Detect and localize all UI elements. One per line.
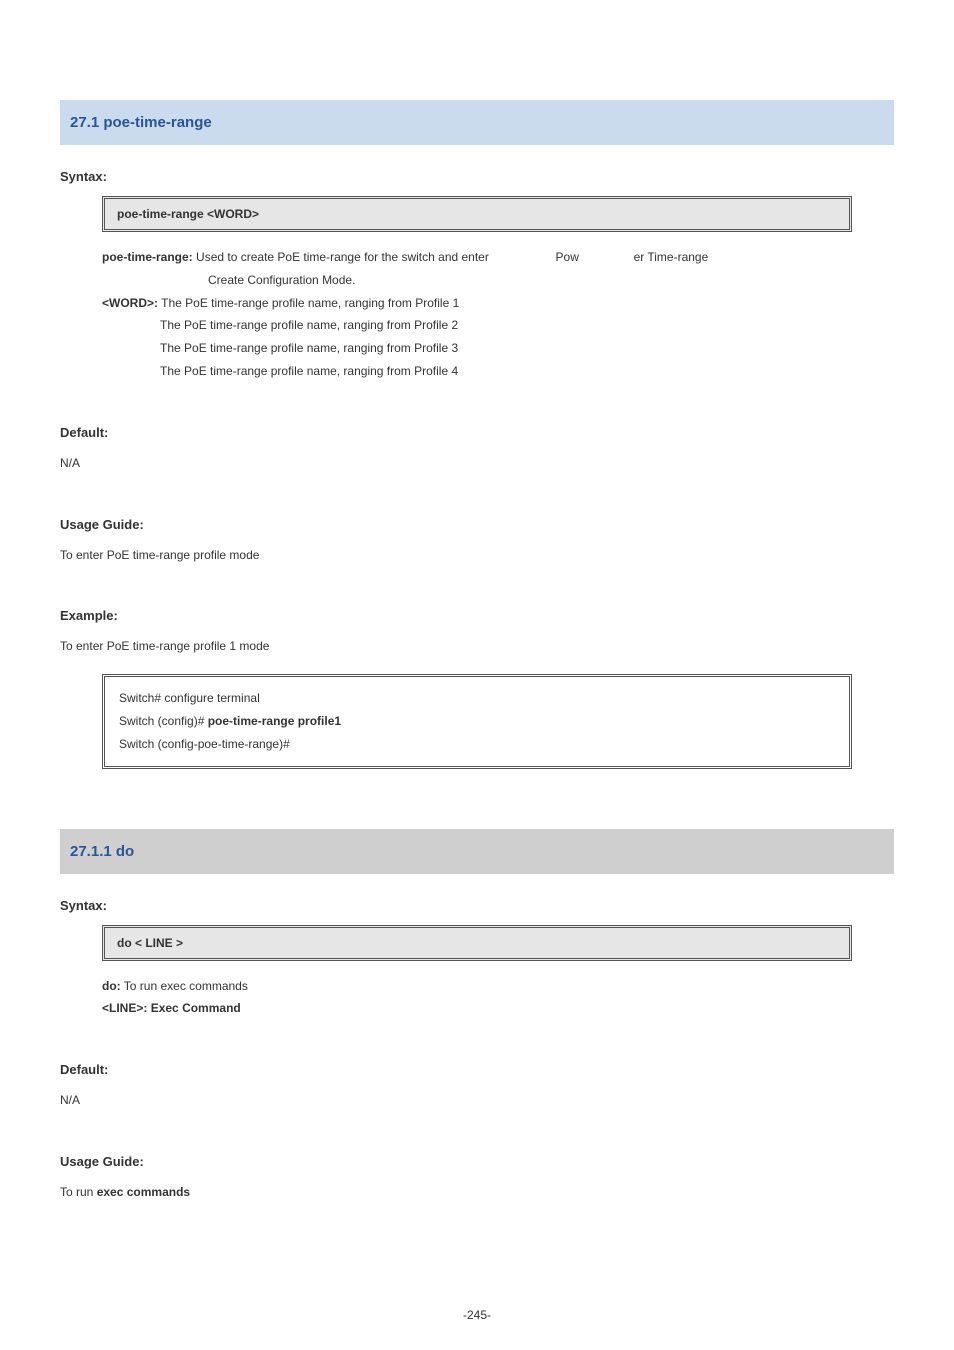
default-heading: Default:	[60, 425, 894, 440]
param-line: <LINE>: Exec Command	[102, 997, 894, 1020]
default-heading-2: Default:	[60, 1062, 894, 1077]
syntax-heading: Syntax:	[60, 169, 894, 184]
param-poe-time-range: poe-time-range: Used to create PoE time-…	[102, 246, 894, 269]
syntax-box: poe-time-range <WORD>	[102, 196, 852, 232]
syntax-heading-2: Syntax:	[60, 898, 894, 913]
example-line-2a: Switch (config)#	[119, 714, 204, 728]
usage-text: To enter PoE time-range profile mode	[60, 544, 894, 567]
usage-heading: Usage Guide:	[60, 517, 894, 532]
section-header-poe-time-range: 27.1 poe-time-range	[60, 100, 894, 145]
default-value: N/A	[60, 452, 894, 475]
syntax-box-2: do < LINE >	[102, 925, 852, 961]
param-label: poe-time-range:	[102, 250, 193, 264]
param-word-1: The PoE time-range profile name, ranging…	[161, 296, 459, 310]
usage-text-2a: To run	[60, 1185, 93, 1199]
usage-text-2b: exec commands	[97, 1185, 190, 1199]
param-do-desc: To run exec commands	[124, 979, 248, 993]
param-desc-a: Used to create PoE time-range for the sw…	[196, 250, 489, 264]
param-word-4: The PoE time-range profile name, ranging…	[160, 360, 894, 383]
section-header-do: 27.1.1 do	[60, 829, 894, 874]
example-heading: Example:	[60, 608, 894, 623]
example-text: To enter PoE time-range profile 1 mode	[60, 635, 894, 658]
param-desc-cont: Create Configuration Mode.	[208, 269, 894, 292]
example-line-1: Switch# configure terminal	[119, 687, 835, 710]
param-do: do: To run exec commands	[102, 975, 894, 998]
example-line-2b: poe-time-range profile1	[208, 714, 341, 728]
usage-heading-2: Usage Guide:	[60, 1154, 894, 1169]
param-word-2: The PoE time-range profile name, ranging…	[160, 314, 894, 337]
default-value-2: N/A	[60, 1089, 894, 1112]
example-line-3: Switch (config-poe-time-range)#	[119, 733, 835, 756]
param-line-label: <LINE>:	[102, 1001, 147, 1015]
usage-text-2: To run exec commands	[60, 1181, 894, 1204]
param-word-3: The PoE time-range profile name, ranging…	[160, 337, 894, 360]
param-desc-b: Pow	[556, 250, 579, 264]
param-desc-c: er Time-range	[634, 250, 709, 264]
param-word: <WORD>: The PoE time-range profile name,…	[102, 292, 894, 315]
param-do-label: do:	[102, 979, 121, 993]
example-line-2: Switch (config)# poe-time-range profile1	[119, 710, 835, 733]
param-word-label: <WORD>:	[102, 296, 158, 310]
page-number: -245-	[0, 1308, 954, 1322]
param-line-desc: Exec Command	[151, 1001, 241, 1015]
example-box: Switch# configure terminal Switch (confi…	[102, 674, 852, 768]
